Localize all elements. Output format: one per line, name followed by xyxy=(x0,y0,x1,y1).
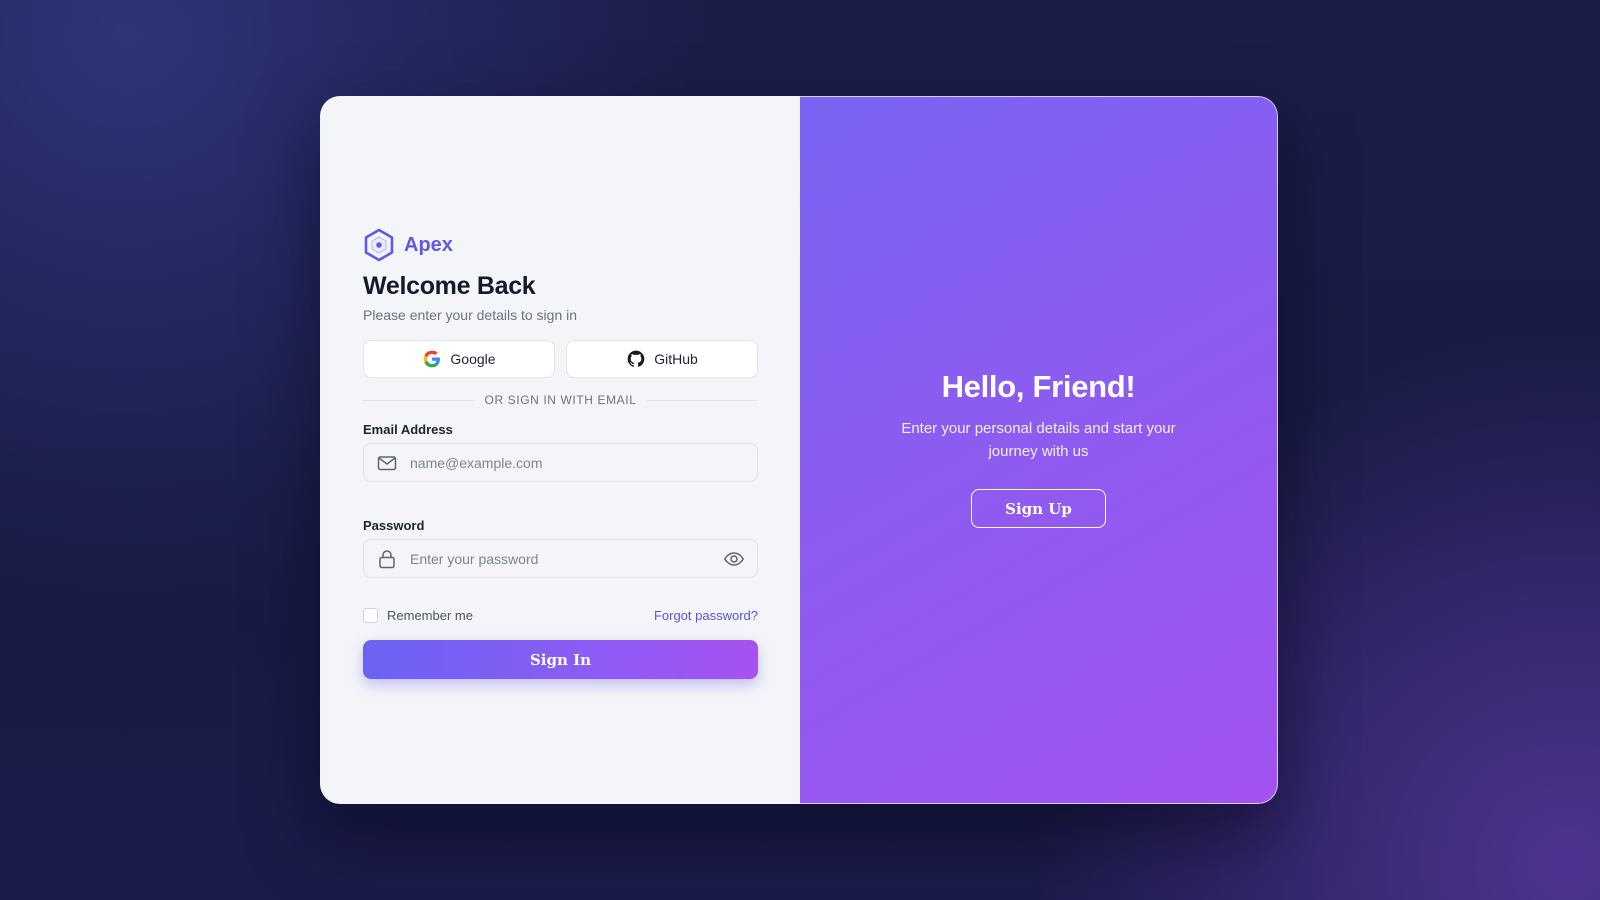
remember-label: Remember me xyxy=(387,608,473,623)
email-field[interactable] xyxy=(363,443,758,482)
hexagon-logo-icon xyxy=(363,228,395,262)
forgot-password-link[interactable]: Forgot password? xyxy=(654,608,758,623)
brand: Apex xyxy=(363,228,758,262)
divider: OR SIGN IN WITH EMAIL xyxy=(363,392,758,408)
login-form: Apex Welcome Back Please enter your deta… xyxy=(363,228,758,679)
sign-in-button[interactable]: Sign In xyxy=(363,640,758,679)
remember-me: Remember me xyxy=(363,608,473,623)
github-signin-button[interactable]: GitHub xyxy=(566,340,758,378)
page-subtitle: Please enter your details to sign in xyxy=(363,307,578,323)
mail-icon xyxy=(376,452,398,474)
signup-panel: Hello, Friend! Enter your personal detai… xyxy=(800,96,1278,804)
lock-icon xyxy=(376,548,398,570)
social-login-group: Google GitHub xyxy=(363,340,758,378)
password-field[interactable] xyxy=(363,539,758,578)
eye-icon[interactable] xyxy=(723,548,745,570)
signup-title: Hello, Friend! xyxy=(941,369,1136,404)
form-options: Remember me Forgot password? xyxy=(363,608,758,623)
google-icon xyxy=(422,349,442,369)
login-panel: Apex Welcome Back Please enter your deta… xyxy=(320,96,800,804)
brand-name: Apex xyxy=(404,233,453,256)
divider-text: OR SIGN IN WITH EMAIL xyxy=(484,393,637,407)
sign-up-button[interactable]: Sign Up xyxy=(971,489,1106,528)
email-input[interactable] xyxy=(408,453,745,472)
password-label: Password xyxy=(363,518,425,533)
google-signin-button[interactable]: Google xyxy=(363,340,555,378)
google-signin-label: Google xyxy=(450,351,496,367)
signup-text: Enter your personal details and start yo… xyxy=(901,420,1176,460)
auth-card: Apex Welcome Back Please enter your deta… xyxy=(320,96,1278,804)
email-label: Email Address xyxy=(363,422,453,437)
signup-promo: Hello, Friend! Enter your personal detai… xyxy=(800,369,1277,528)
remember-checkbox[interactable] xyxy=(363,608,378,623)
page-title: Welcome Back xyxy=(363,272,536,300)
github-icon xyxy=(626,349,646,369)
github-signin-label: GitHub xyxy=(654,351,698,367)
password-input[interactable] xyxy=(408,549,723,568)
